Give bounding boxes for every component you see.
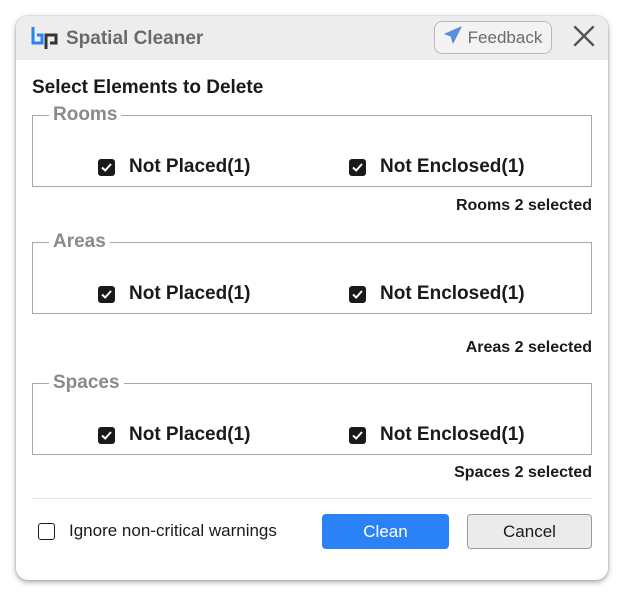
areas-group: Areas Not Placed(1) Not Enclosed(1) [32, 231, 592, 314]
areas-not-enclosed-label: Not Enclosed(1) [380, 283, 525, 304]
spaces-group: Spaces Not Placed(1) Not Enclosed(1) [32, 372, 592, 455]
check-icon [352, 430, 363, 440]
footer-divider [32, 498, 592, 499]
rooms-group: Rooms Not Placed(1) Not Enclosed(1) [32, 104, 592, 187]
spaces-not-placed-label: Not Placed(1) [129, 424, 251, 445]
spaces-selected-count: Spaces 2 selected [454, 464, 592, 481]
rooms-not-placed-option[interactable]: Not Placed(1) [98, 156, 250, 178]
rooms-not-enclosed-label: Not Enclosed(1) [380, 156, 525, 177]
rooms-not-enclosed-option[interactable]: Not Enclosed(1) [349, 156, 525, 178]
title-bar: Spatial Cleaner Feedback [16, 16, 608, 60]
ignore-warnings-label: Ignore non-critical warnings [69, 521, 277, 540]
areas-selected-count: Areas 2 selected [465, 339, 592, 356]
areas-not-enclosed-option[interactable]: Not Enclosed(1) [349, 283, 525, 305]
ignore-warnings-option[interactable]: Ignore non-critical warnings [38, 521, 277, 541]
rooms-selected-count: Rooms 2 selected [455, 197, 592, 214]
check-icon [352, 162, 363, 172]
areas-not-placed-checkbox[interactable] [98, 285, 115, 303]
spaces-not-enclosed-label: Not Enclosed(1) [380, 424, 525, 445]
spaces-not-placed-option[interactable]: Not Placed(1) [98, 424, 250, 446]
spaces-not-placed-checkbox[interactable] [98, 426, 115, 444]
close-button[interactable] [570, 24, 598, 52]
ignore-warnings-checkbox[interactable] [38, 522, 55, 540]
spaces-legend: Spaces [53, 372, 120, 393]
rooms-not-placed-label: Not Placed(1) [129, 156, 251, 177]
spatial-cleaner-dialog: Spatial Cleaner Feedback Select Elements… [16, 16, 608, 580]
window-title: Spatial Cleaner [66, 28, 204, 49]
bp-logo-icon [30, 25, 60, 51]
spaces-not-enclosed-checkbox[interactable] [349, 426, 366, 444]
check-icon [101, 289, 112, 299]
check-icon [101, 430, 112, 440]
check-icon [352, 289, 363, 299]
areas-not-enclosed-checkbox[interactable] [349, 285, 366, 303]
paper-plane-icon [444, 26, 462, 49]
clean-button[interactable]: Clean [322, 514, 449, 549]
section-heading: Select Elements to Delete [32, 77, 264, 98]
check-icon [101, 162, 112, 172]
areas-legend: Areas [53, 231, 106, 252]
areas-not-placed-option[interactable]: Not Placed(1) [98, 283, 250, 305]
areas-not-placed-label: Not Placed(1) [129, 283, 251, 304]
cancel-button[interactable]: Cancel [467, 514, 592, 549]
rooms-not-placed-checkbox[interactable] [98, 158, 115, 176]
spaces-not-enclosed-option[interactable]: Not Enclosed(1) [349, 424, 525, 446]
close-icon [572, 24, 596, 53]
rooms-legend: Rooms [53, 104, 118, 125]
feedback-label: Feedback [467, 27, 543, 47]
feedback-button[interactable]: Feedback [434, 21, 552, 54]
rooms-not-enclosed-checkbox[interactable] [349, 158, 366, 176]
